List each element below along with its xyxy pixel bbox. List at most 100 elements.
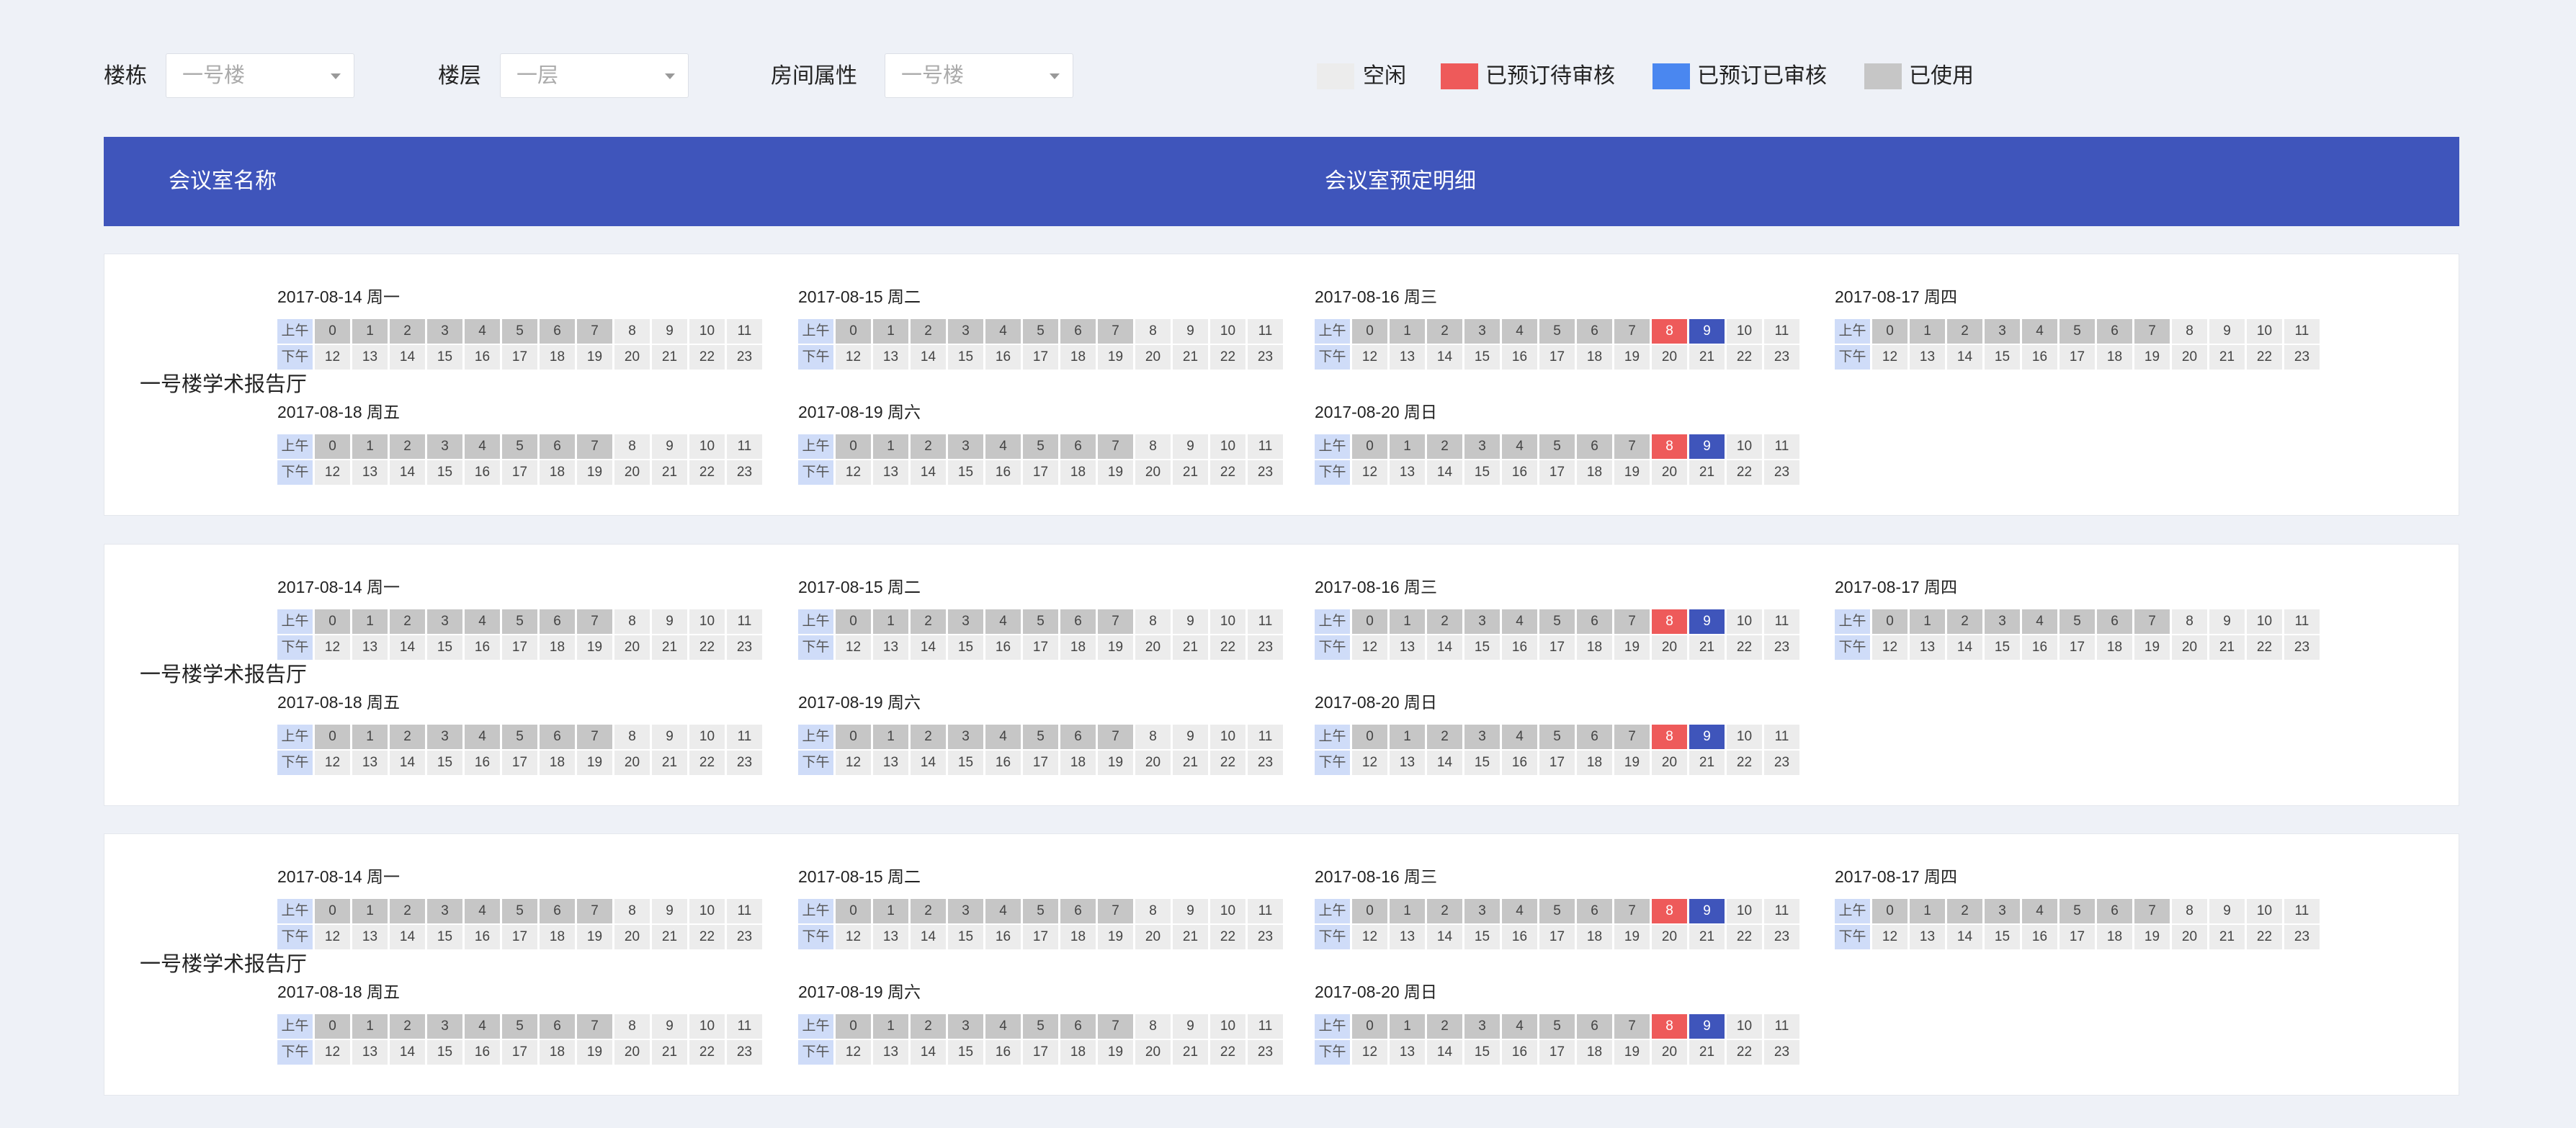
hour-slot-free[interactable]: 23: [727, 345, 762, 370]
hour-slot-used[interactable]: 5: [1539, 319, 1575, 344]
hour-slot-free[interactable]: 22: [689, 1040, 725, 1065]
hour-slot-used[interactable]: 5: [1539, 434, 1575, 459]
hour-slot-free[interactable]: 19: [2134, 925, 2170, 949]
hour-slot-used[interactable]: 7: [577, 319, 612, 344]
hour-slot-free[interactable]: 18: [1060, 635, 1096, 660]
hour-slot-used[interactable]: 2: [390, 1014, 425, 1039]
hour-slot-free[interactable]: 21: [652, 635, 687, 660]
hour-slot-free[interactable]: 21: [2209, 635, 2245, 660]
hour-slot-free[interactable]: 23: [1764, 345, 1799, 370]
hour-slot-free[interactable]: 21: [1173, 925, 1208, 949]
hour-slot-free[interactable]: 11: [1764, 725, 1799, 749]
hour-slot-free[interactable]: 13: [352, 751, 388, 775]
hour-slot-free[interactable]: 13: [352, 925, 388, 949]
hour-slot-used[interactable]: 1: [352, 434, 388, 459]
hour-slot-free[interactable]: 20: [1135, 345, 1171, 370]
hour-slot-free[interactable]: 22: [1210, 345, 1245, 370]
hour-slot-free[interactable]: 15: [427, 460, 462, 485]
hour-slot-free[interactable]: 16: [1502, 751, 1537, 775]
hour-slot-free[interactable]: 10: [1210, 1014, 1245, 1039]
hour-slot-free[interactable]: 13: [1910, 345, 1945, 370]
hour-slot-used[interactable]: 1: [1910, 319, 1945, 344]
hour-slot-free[interactable]: 9: [652, 1014, 687, 1039]
hour-slot-free[interactable]: 10: [689, 319, 725, 344]
hour-slot-pending[interactable]: 8: [1652, 899, 1687, 923]
hour-slot-free[interactable]: 15: [427, 1040, 462, 1065]
hour-slot-free[interactable]: 19: [1614, 460, 1650, 485]
hour-slot-used[interactable]: 4: [985, 434, 1021, 459]
hour-slot-free[interactable]: 16: [1502, 460, 1537, 485]
hour-slot-free[interactable]: 11: [1764, 434, 1799, 459]
hour-slot-free[interactable]: 17: [1023, 635, 1058, 660]
hour-slot-used[interactable]: 5: [502, 434, 537, 459]
hour-slot-free[interactable]: 9: [652, 434, 687, 459]
hour-slot-free[interactable]: 19: [577, 1040, 612, 1065]
hour-slot-approved[interactable]: 9: [1689, 434, 1725, 459]
hour-slot-free[interactable]: 17: [502, 925, 537, 949]
hour-slot-free[interactable]: 16: [1502, 635, 1537, 660]
hour-slot-free[interactable]: 14: [911, 925, 946, 949]
hour-slot-used[interactable]: 7: [1614, 725, 1650, 749]
hour-slot-free[interactable]: 21: [2209, 925, 2245, 949]
hour-slot-free[interactable]: 12: [836, 751, 871, 775]
hour-slot-free[interactable]: 18: [1060, 460, 1096, 485]
hour-slot-free[interactable]: 12: [315, 1040, 350, 1065]
hour-slot-free[interactable]: 13: [1390, 345, 1425, 370]
hour-slot-free[interactable]: 12: [1352, 925, 1387, 949]
floor-select[interactable]: 一层: [500, 53, 689, 98]
hour-slot-free[interactable]: 20: [1135, 751, 1171, 775]
hour-slot-used[interactable]: 7: [1614, 609, 1650, 634]
hour-slot-used[interactable]: 3: [948, 609, 983, 634]
hour-slot-free[interactable]: 13: [352, 345, 388, 370]
hour-slot-free[interactable]: 17: [1539, 1040, 1575, 1065]
hour-slot-used[interactable]: 4: [985, 319, 1021, 344]
hour-slot-free[interactable]: 19: [1098, 345, 1133, 370]
hour-slot-free[interactable]: 12: [1872, 345, 1908, 370]
hour-slot-free[interactable]: 12: [836, 925, 871, 949]
hour-slot-free[interactable]: 19: [577, 345, 612, 370]
hour-slot-free[interactable]: 11: [1248, 725, 1283, 749]
hour-slot-free[interactable]: 18: [1577, 635, 1612, 660]
hour-slot-free[interactable]: 16: [985, 460, 1021, 485]
hour-slot-used[interactable]: 1: [873, 434, 908, 459]
hour-slot-free[interactable]: 18: [1577, 345, 1612, 370]
hour-slot-free[interactable]: 12: [836, 1040, 871, 1065]
hour-slot-used[interactable]: 4: [1502, 434, 1537, 459]
hour-slot-free[interactable]: 8: [614, 1014, 650, 1039]
hour-slot-used[interactable]: 5: [502, 1014, 537, 1039]
hour-slot-free[interactable]: 20: [614, 925, 650, 949]
hour-slot-used[interactable]: 7: [2134, 319, 2170, 344]
hour-slot-free[interactable]: 15: [1985, 345, 2020, 370]
hour-slot-free[interactable]: 10: [1727, 725, 1762, 749]
hour-slot-free[interactable]: 16: [465, 345, 500, 370]
hour-slot-free[interactable]: 13: [1390, 635, 1425, 660]
hour-slot-used[interactable]: 4: [1502, 725, 1537, 749]
hour-slot-free[interactable]: 17: [502, 635, 537, 660]
hour-slot-free[interactable]: 9: [1173, 1014, 1208, 1039]
hour-slot-free[interactable]: 10: [2247, 319, 2282, 344]
hour-slot-free[interactable]: 13: [352, 1040, 388, 1065]
hour-slot-free[interactable]: 9: [652, 725, 687, 749]
hour-slot-used[interactable]: 5: [1539, 725, 1575, 749]
hour-slot-used[interactable]: 1: [1390, 725, 1425, 749]
hour-slot-used[interactable]: 7: [577, 1014, 612, 1039]
hour-slot-free[interactable]: 18: [1577, 1040, 1612, 1065]
hour-slot-free[interactable]: 17: [1539, 925, 1575, 949]
hour-slot-free[interactable]: 23: [727, 925, 762, 949]
hour-slot-used[interactable]: 0: [836, 1014, 871, 1039]
hour-slot-used[interactable]: 3: [948, 725, 983, 749]
hour-slot-free[interactable]: 9: [2209, 319, 2245, 344]
hour-slot-free[interactable]: 18: [1577, 460, 1612, 485]
hour-slot-used[interactable]: 5: [2060, 319, 2095, 344]
hour-slot-free[interactable]: 18: [2097, 925, 2132, 949]
hour-slot-free[interactable]: 14: [911, 345, 946, 370]
hour-slot-used[interactable]: 0: [1352, 899, 1387, 923]
hour-slot-free[interactable]: 8: [1135, 725, 1171, 749]
hour-slot-free[interactable]: 21: [1173, 345, 1208, 370]
hour-slot-free[interactable]: 12: [1872, 635, 1908, 660]
hour-slot-free[interactable]: 11: [1248, 899, 1283, 923]
hour-slot-used[interactable]: 0: [315, 609, 350, 634]
hour-slot-free[interactable]: 9: [1173, 609, 1208, 634]
hour-slot-free[interactable]: 18: [1060, 345, 1096, 370]
hour-slot-used[interactable]: 5: [1023, 899, 1058, 923]
